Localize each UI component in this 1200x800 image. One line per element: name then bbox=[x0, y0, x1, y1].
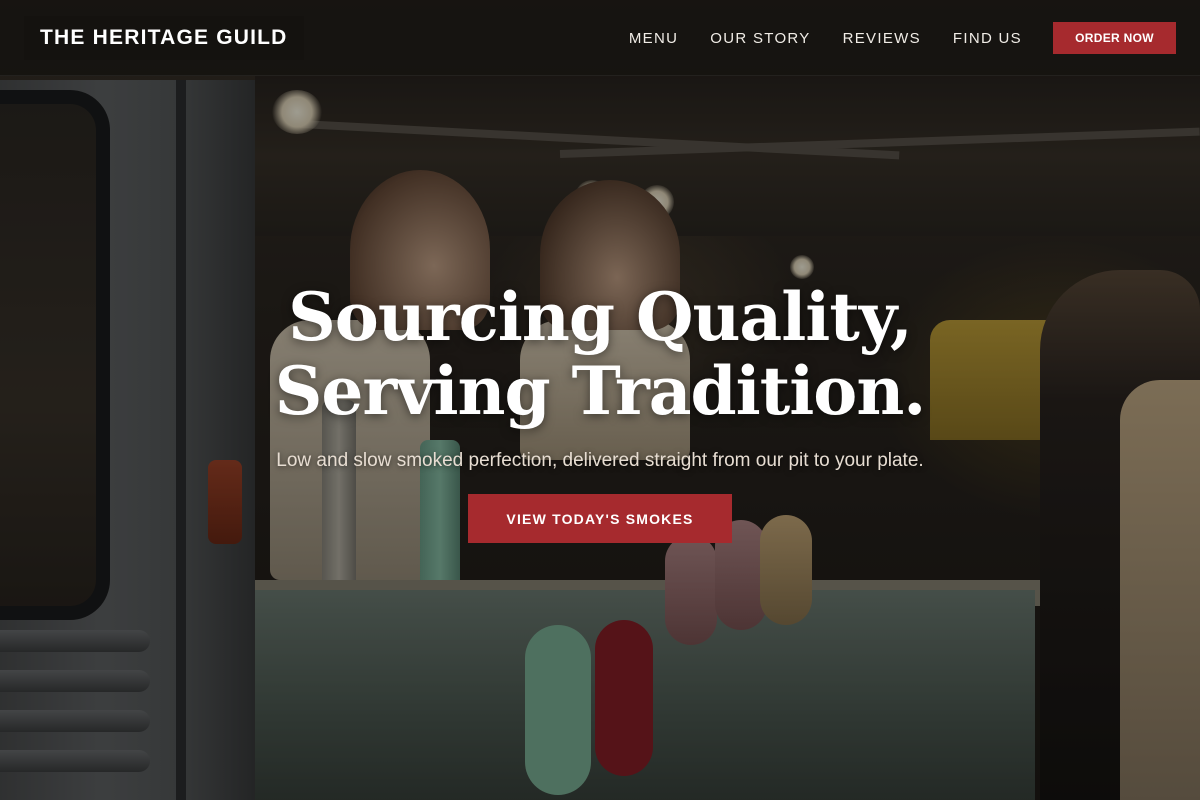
nav-link-menu[interactable]: MENU bbox=[629, 30, 678, 47]
view-todays-smokes-button[interactable]: VIEW TODAY'S SMOKES bbox=[468, 494, 732, 543]
hero-subheadline: Low and slow smoked perfection, delivere… bbox=[276, 450, 924, 471]
brand-logo[interactable]: THE HERITAGE GUILD bbox=[24, 16, 304, 60]
nav-link-find-us[interactable]: FIND US bbox=[953, 30, 1022, 47]
nav-link-our-story[interactable]: OUR STORY bbox=[710, 30, 810, 47]
nav-link-reviews[interactable]: REVIEWS bbox=[843, 30, 921, 47]
hero-headline: Sourcing Quality, Serving Tradition. bbox=[274, 278, 927, 430]
hero-section: Sourcing Quality, Serving Tradition. Low… bbox=[0, 280, 1200, 543]
order-now-button[interactable]: ORDER NOW bbox=[1053, 22, 1176, 54]
nav-links: MENU OUR STORY REVIEWS FIND US bbox=[629, 0, 1022, 76]
top-navigation: THE HERITAGE GUILD MENU OUR STORY REVIEW… bbox=[0, 0, 1200, 76]
